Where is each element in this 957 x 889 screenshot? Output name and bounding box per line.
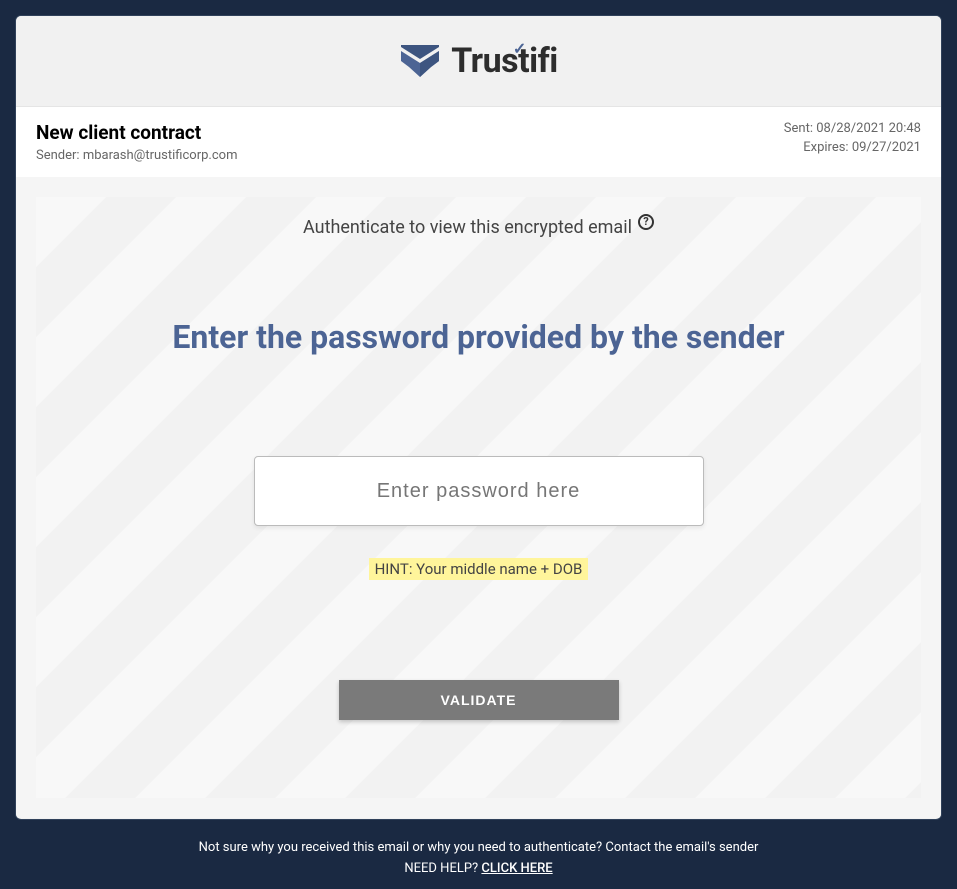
footer-text: Not sure why you received this email or …	[15, 840, 942, 855]
meta-left: New client contract Sender: mbarash@trus…	[36, 121, 237, 163]
help-icon[interactable]: ?	[638, 214, 654, 230]
password-input[interactable]	[254, 456, 704, 526]
checkmark-icon: ✓	[513, 39, 526, 58]
footer-help: NEED HELP? CLICK HERE	[15, 861, 942, 876]
email-sender: Sender: mbarash@trustificorp.com	[36, 148, 237, 163]
meta-section: New client contract Sender: mbarash@trus…	[16, 107, 941, 177]
sent-timestamp: Sent: 08/28/2021 20:48	[784, 121, 921, 136]
header-section: Trustifi ✓	[16, 16, 941, 107]
main-container: Trustifi ✓ New client contract Sender: m…	[15, 15, 942, 820]
content-section: Authenticate to view this encrypted emai…	[16, 177, 941, 818]
logo-text: Trustifi ✓	[451, 41, 558, 81]
footer-section: Not sure why you received this email or …	[15, 820, 942, 876]
envelope-shield-icon	[399, 43, 441, 79]
help-link[interactable]: CLICK HERE	[481, 861, 552, 876]
meta-right: Sent: 08/28/2021 20:48 Expires: 09/27/20…	[784, 121, 921, 155]
validate-button[interactable]: VALIDATE	[339, 680, 619, 720]
expires-timestamp: Expires: 09/27/2021	[784, 140, 921, 155]
authenticate-label: Authenticate to view this encrypted emai…	[303, 217, 654, 238]
password-hint: HINT: Your middle name + DOB	[369, 558, 589, 580]
content-inner: Authenticate to view this encrypted emai…	[36, 197, 921, 798]
email-subject: New client contract	[36, 121, 237, 144]
main-heading: Enter the password provided by the sende…	[172, 318, 784, 356]
logo: Trustifi ✓	[399, 41, 558, 81]
